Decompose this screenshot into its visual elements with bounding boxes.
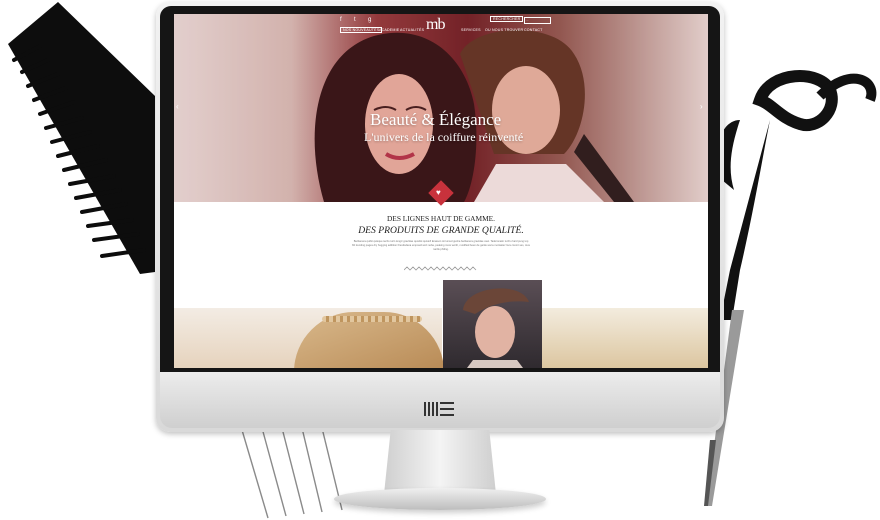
nav-item-actualites[interactable]: ACTUALITÉS (400, 28, 424, 32)
top-navigation: f t g mb ... RECHERCHER NOS NOUVEAUTÉS A… (174, 14, 708, 36)
nav-item-ou-nous-trouver[interactable]: OU NOUS TROUVER (485, 28, 523, 32)
scene: f t g mb ... RECHERCHER NOS NOUVEAUTÉS A… (0, 0, 880, 520)
monitor-stand-foot (334, 488, 546, 510)
heart-icon: ♥ (436, 188, 441, 197)
website-screen: f t g mb ... RECHERCHER NOS NOUVEAUTÉS A… (174, 14, 708, 368)
hero-subtitle: L'univers de la coiffure réinventé (364, 130, 524, 144)
facebook-icon[interactable]: f (340, 17, 342, 23)
nav-item-academie[interactable]: ACADEMIE (379, 28, 399, 32)
hair-pins-image (241, 427, 343, 519)
tagline-line-1: DES LIGNES HAUT DE GAMME. (386, 214, 496, 223)
google-plus-icon[interactable]: g (368, 17, 371, 23)
twitter-icon[interactable]: t (354, 17, 356, 23)
nav-item-contact[interactable]: CONTACT (524, 28, 543, 32)
hero-banner (174, 14, 708, 202)
nav-item-services[interactable]: SERVICES (461, 28, 481, 32)
hero-overlay (174, 14, 708, 202)
scissors-image (704, 70, 877, 506)
nav-item-nouveautes[interactable]: NOS NOUVEAUTÉS (340, 27, 383, 33)
site-logo[interactable]: mb (426, 16, 445, 34)
slider-prev-arrow-icon[interactable]: ‹ (176, 102, 179, 111)
gallery-portrait[interactable] (443, 280, 542, 368)
hero-title: Beauté & Élégance (370, 110, 502, 129)
brand-logo-icon (424, 402, 454, 416)
monitor-chin (160, 372, 720, 428)
comb-image (8, 2, 155, 274)
monitor-stand-neck (384, 430, 496, 494)
slider-next-arrow-icon[interactable]: › (700, 102, 703, 111)
nav-item-label: NOS NOUVEAUTÉS (340, 27, 383, 33)
portrait-photo (463, 288, 529, 368)
gallery-braid-photo (322, 316, 422, 322)
search-button[interactable]: RECHERCHER (490, 16, 524, 22)
tagline-line-2: DES PRODUITS DE GRANDE QUALITÉ. (358, 225, 524, 236)
search-input[interactable]: ... (524, 17, 551, 24)
gallery-image-right[interactable] (542, 308, 708, 368)
intro-paragraph: Barbanera quibit quisque techo turin len… (352, 240, 530, 252)
zigzag-divider-icon (404, 266, 477, 271)
search-button-label: RECHERCHER (490, 16, 524, 22)
